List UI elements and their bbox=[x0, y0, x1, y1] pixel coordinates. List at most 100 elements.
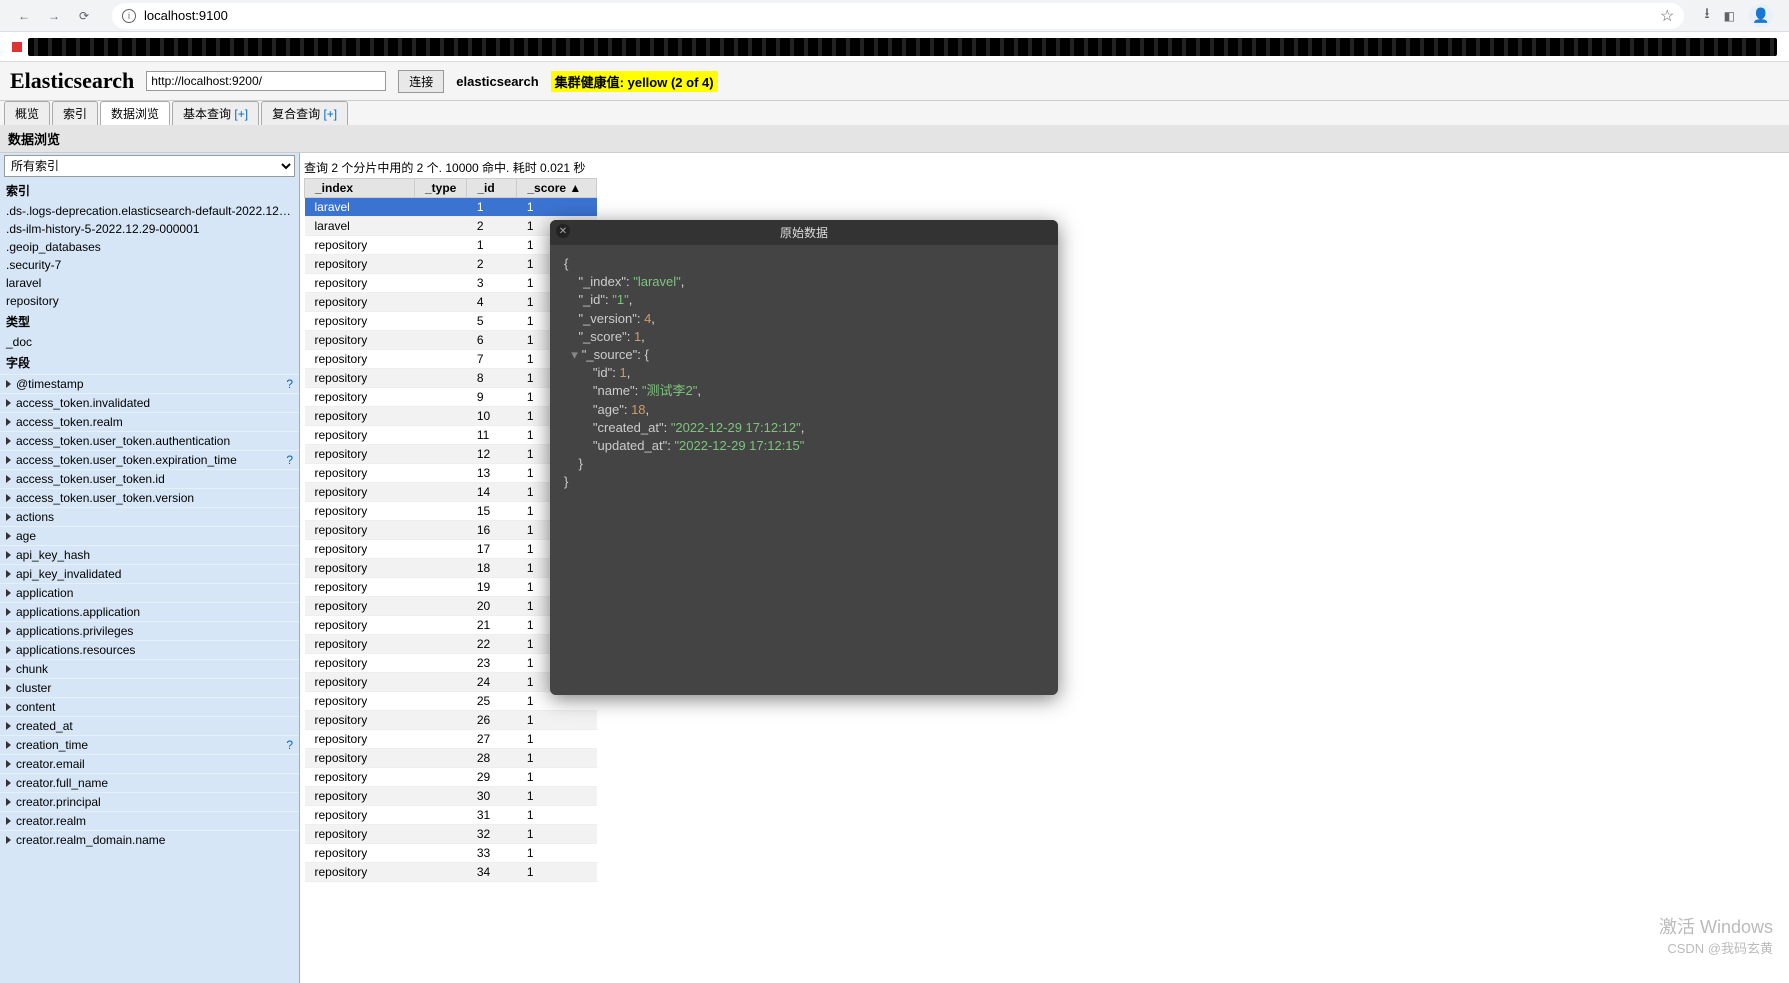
expand-icon bbox=[6, 494, 11, 502]
table-row[interactable]: repository301 bbox=[305, 787, 597, 806]
download-icon[interactable]: ⭳ bbox=[1704, 3, 1709, 28]
sidebar-field-item[interactable]: @timestamp? bbox=[0, 374, 299, 393]
sidebar-type-item[interactable]: _doc bbox=[0, 333, 299, 351]
tab-basic-query[interactable]: 基本查询 [+] bbox=[172, 101, 259, 125]
table-row[interactable]: repository281 bbox=[305, 749, 597, 768]
url-input[interactable] bbox=[144, 8, 1652, 23]
avatar[interactable]: 👤 bbox=[1749, 4, 1773, 28]
sidebar-field-item[interactable]: creator.full_name bbox=[0, 773, 299, 792]
connect-button[interactable]: 连接 bbox=[398, 70, 444, 93]
th-score[interactable]: _score ▲ bbox=[517, 179, 597, 198]
expand-icon bbox=[6, 798, 11, 806]
sidebar-field-item[interactable]: creator.principal bbox=[0, 792, 299, 811]
table-row[interactable]: repository261 bbox=[305, 711, 597, 730]
table-row[interactable]: repository291 bbox=[305, 768, 597, 787]
close-icon[interactable]: ✕ bbox=[556, 224, 570, 238]
panel-icon[interactable]: ◧ bbox=[1724, 9, 1735, 23]
expand-icon bbox=[6, 741, 11, 749]
sidebar-field-item[interactable]: creator.email bbox=[0, 754, 299, 773]
sidebar-field-item[interactable]: api_key_invalidated bbox=[0, 564, 299, 583]
sidebar-index-item[interactable]: .geoip_databases bbox=[0, 238, 299, 256]
tab-browse[interactable]: 数据浏览 bbox=[100, 101, 170, 125]
tab-overview[interactable]: 概览 bbox=[4, 101, 50, 125]
sidebar-field-item[interactable]: access_token.user_token.expiration_time? bbox=[0, 450, 299, 469]
sidebar-index-item[interactable]: .security-7 bbox=[0, 256, 299, 274]
sidebar-field-item[interactable]: applications.privileges bbox=[0, 621, 299, 640]
modal-title-bar[interactable]: ✕ 原始数据 bbox=[550, 220, 1058, 245]
sidebar-index-item[interactable]: .ds-.logs-deprecation.elasticsearch-defa… bbox=[0, 202, 299, 220]
sidebar-field-item[interactable]: creator.realm_domain.name bbox=[0, 830, 299, 849]
sidebar-field-item[interactable]: access_token.user_token.version bbox=[0, 488, 299, 507]
table-row[interactable]: repository321 bbox=[305, 825, 597, 844]
table-row[interactable]: laravel11 bbox=[305, 198, 597, 217]
th-type[interactable]: _type bbox=[415, 179, 467, 198]
browser-toolbar: ← → ⟳ i ☆ ⭳ ◧ 👤 bbox=[0, 0, 1789, 32]
sidebar-field-item[interactable]: content bbox=[0, 697, 299, 716]
expand-icon bbox=[6, 532, 11, 540]
es-logo: Elasticsearch bbox=[10, 68, 134, 94]
expand-icon bbox=[6, 703, 11, 711]
raw-data-modal: ✕ 原始数据 { "_index": "laravel", "_id": "1"… bbox=[550, 220, 1058, 695]
sidebar: 所有索引 索引 .ds-.logs-deprecation.elasticsea… bbox=[0, 153, 300, 983]
es-host-input[interactable] bbox=[146, 71, 386, 91]
table-row[interactable]: repository331 bbox=[305, 844, 597, 863]
tab-index[interactable]: 索引 bbox=[52, 101, 98, 125]
expand-icon bbox=[6, 684, 11, 692]
address-bar[interactable]: i ☆ bbox=[112, 3, 1684, 29]
expand-icon bbox=[6, 627, 11, 635]
help-icon[interactable]: ? bbox=[286, 453, 293, 467]
help-icon[interactable]: ? bbox=[286, 377, 293, 391]
sidebar-field-item[interactable]: created_at bbox=[0, 716, 299, 735]
expand-icon bbox=[6, 551, 11, 559]
sidebar-head-index: 索引 bbox=[0, 179, 299, 202]
sidebar-index-item[interactable]: .ds-ilm-history-5-2022.12.29-000001 bbox=[0, 220, 299, 238]
sidebar-field-item[interactable]: chunk bbox=[0, 659, 299, 678]
sidebar-head-type: 类型 bbox=[0, 310, 299, 333]
table-row[interactable]: repository311 bbox=[305, 806, 597, 825]
index-select[interactable]: 所有索引 bbox=[4, 155, 295, 177]
sidebar-field-item[interactable]: creator.realm bbox=[0, 811, 299, 830]
sidebar-field-item[interactable]: actions bbox=[0, 507, 299, 526]
sidebar-field-item[interactable]: access_token.user_token.id bbox=[0, 469, 299, 488]
expand-icon bbox=[6, 589, 11, 597]
sidebar-index-item[interactable]: laravel bbox=[0, 274, 299, 292]
sidebar-field-item[interactable]: api_key_hash bbox=[0, 545, 299, 564]
expand-icon bbox=[6, 836, 11, 844]
tab-compound-query[interactable]: 复合查询 [+] bbox=[261, 101, 348, 125]
sidebar-index-item[interactable]: repository bbox=[0, 292, 299, 310]
expand-icon bbox=[6, 646, 11, 654]
expand-icon bbox=[6, 608, 11, 616]
back-icon[interactable]: ← bbox=[16, 8, 32, 24]
sidebar-field-item[interactable]: cluster bbox=[0, 678, 299, 697]
forward-icon[interactable]: → bbox=[46, 8, 62, 24]
help-icon[interactable]: ? bbox=[286, 738, 293, 752]
sidebar-field-item[interactable]: application bbox=[0, 583, 299, 602]
sidebar-field-item[interactable]: applications.resources bbox=[0, 640, 299, 659]
sidebar-field-item[interactable]: access_token.user_token.authentication bbox=[0, 431, 299, 450]
info-icon[interactable]: i bbox=[122, 9, 136, 23]
sidebar-field-item[interactable]: age bbox=[0, 526, 299, 545]
sidebar-field-item[interactable]: creation_time? bbox=[0, 735, 299, 754]
sidebar-head-fields: 字段 bbox=[0, 351, 299, 374]
cluster-health: 集群健康值: yellow (2 of 4) bbox=[551, 71, 718, 92]
reload-icon[interactable]: ⟳ bbox=[76, 8, 92, 24]
th-index[interactable]: _index bbox=[305, 179, 415, 198]
expand-icon bbox=[6, 779, 11, 787]
expand-icon bbox=[6, 456, 11, 464]
bookmarks-bar bbox=[0, 32, 1789, 62]
table-row[interactable]: repository341 bbox=[305, 863, 597, 882]
modal-title: 原始数据 bbox=[780, 226, 828, 240]
modal-body[interactable]: { "_index": "laravel", "_id": "1", "_ver… bbox=[550, 245, 1058, 695]
expand-icon bbox=[6, 513, 11, 521]
th-id[interactable]: _id bbox=[467, 179, 517, 198]
table-row[interactable]: repository271 bbox=[305, 730, 597, 749]
star-icon[interactable]: ☆ bbox=[1660, 6, 1674, 26]
bookmark-icon[interactable] bbox=[12, 42, 22, 52]
sidebar-field-item[interactable]: access_token.realm bbox=[0, 412, 299, 431]
expand-icon bbox=[6, 665, 11, 673]
query-info: 查询 2 个分片中用的 2 个. 10000 命中. 耗时 0.021 秒 bbox=[304, 157, 1789, 178]
sidebar-field-item[interactable]: applications.application bbox=[0, 602, 299, 621]
expand-icon bbox=[6, 722, 11, 730]
sidebar-field-item[interactable]: access_token.invalidated bbox=[0, 393, 299, 412]
expand-icon bbox=[6, 380, 11, 388]
